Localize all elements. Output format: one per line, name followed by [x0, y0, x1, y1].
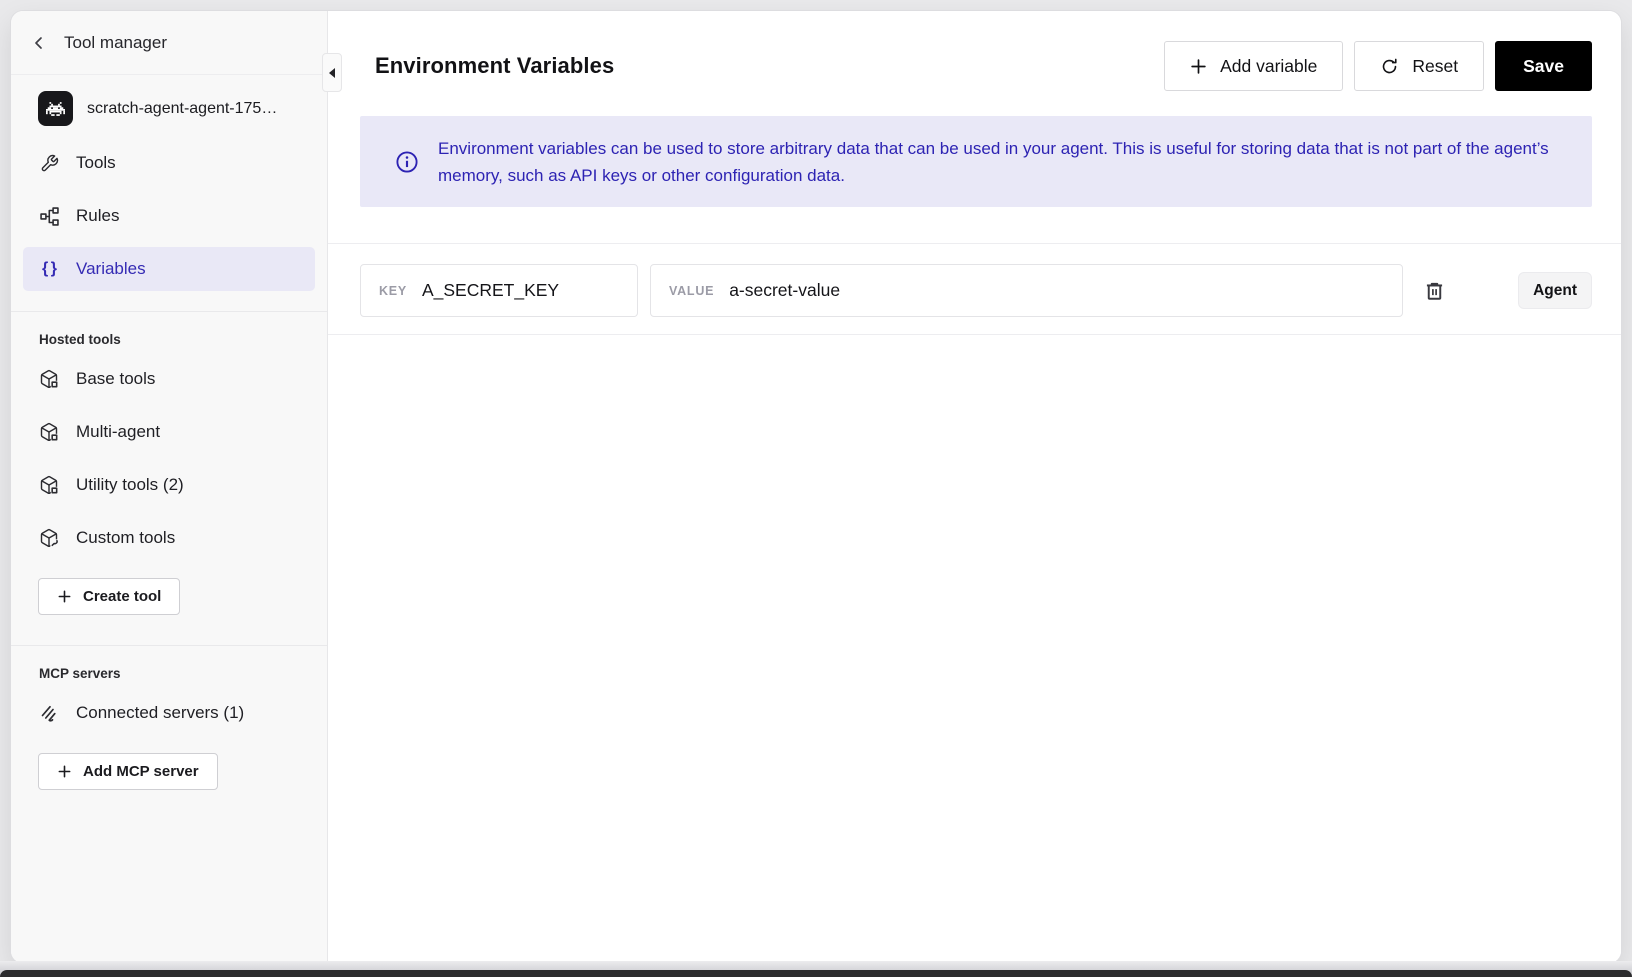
info-icon [395, 150, 419, 174]
info-banner: Environment variables can be used to sto… [360, 116, 1592, 207]
page-title: Environment Variables [375, 53, 614, 79]
package-icon [39, 475, 59, 495]
value-input[interactable] [729, 280, 1384, 301]
refresh-icon [1380, 57, 1399, 76]
save-button-label: Save [1523, 56, 1564, 77]
add-variable-button-label: Add variable [1220, 56, 1317, 77]
chevron-left-icon [31, 35, 47, 51]
trash-icon [1423, 279, 1446, 302]
section-label-mcp-servers: MCP servers [23, 646, 315, 691]
toolbar: Add variable Reset Save [1164, 41, 1592, 91]
sidebar-nav: scratch-agent-agent-175… Tools Rules { }… [11, 75, 327, 302]
sidebar-item-agent[interactable]: scratch-agent-agent-175… [23, 88, 315, 129]
braces-icon: { } [39, 259, 59, 279]
back-button[interactable] [27, 31, 51, 55]
key-field[interactable]: KEY [360, 264, 638, 317]
value-field-label: VALUE [669, 284, 714, 298]
sidebar-item-label: Tools [76, 151, 116, 175]
value-field[interactable]: VALUE [650, 264, 1403, 317]
agent-name: scratch-agent-agent-175… [87, 100, 277, 118]
reset-button[interactable]: Reset [1354, 41, 1484, 91]
sidebar-item-label: Multi-agent [76, 420, 160, 444]
sidebar-item-label: Utility tools (2) [76, 473, 184, 497]
sidebar-item-label: Custom tools [76, 526, 175, 550]
sidebar-item-connected-servers[interactable]: Connected servers (1) [23, 691, 315, 735]
sidebar-item-label: Variables [76, 257, 146, 281]
mcp-icon [39, 703, 59, 723]
create-tool-button-label: Create tool [83, 588, 161, 605]
plus-icon [57, 764, 72, 779]
section-label-hosted-tools: Hosted tools [23, 312, 315, 357]
hosted-tools-section: Hosted tools Base tools Multi-agent Util… [11, 311, 327, 636]
sidebar-title: Tool manager [64, 33, 167, 53]
reset-button-label: Reset [1412, 56, 1458, 77]
main-panel: Environment Variables Add variable Reset… [328, 11, 1621, 963]
sidebar-item-variables[interactable]: { } Variables [23, 247, 315, 291]
create-tool-button[interactable]: Create tool [38, 578, 180, 615]
plus-icon [1190, 58, 1207, 75]
add-mcp-server-button-label: Add MCP server [83, 763, 199, 780]
sidebar-item-multi-agent[interactable]: Multi-agent [23, 410, 315, 454]
sidebar-item-base-tools[interactable]: Base tools [23, 357, 315, 401]
package-icon [39, 369, 59, 389]
collapse-left-icon [328, 67, 336, 79]
package-wrench-icon [39, 528, 59, 548]
app-window: Tool manager scratch-agent-age [11, 11, 1621, 963]
add-mcp-server-button[interactable]: Add MCP server [38, 753, 218, 790]
sidebar-item-label: Rules [76, 204, 119, 228]
sidebar-collapse-button[interactable] [322, 53, 342, 92]
key-input[interactable] [422, 280, 619, 301]
variable-scope-badge: Agent [1518, 272, 1592, 309]
sidebar-item-label: Connected servers (1) [76, 701, 244, 725]
background-window-edge [0, 970, 1632, 977]
add-variable-button[interactable]: Add variable [1164, 41, 1343, 91]
variable-row: KEY VALUE Agent [328, 243, 1621, 335]
sidebar-item-utility-tools[interactable]: Utility tools (2) [23, 463, 315, 507]
delete-variable-button[interactable] [1421, 278, 1447, 304]
workflow-icon [39, 206, 59, 226]
sidebar-item-rules[interactable]: Rules [23, 194, 315, 238]
mcp-servers-section: MCP servers Connected servers (1) Add MC… [11, 645, 327, 811]
sidebar-header: Tool manager [11, 11, 327, 75]
save-button[interactable]: Save [1495, 41, 1592, 91]
key-field-label: KEY [379, 284, 407, 298]
package-icon [39, 422, 59, 442]
plus-icon [57, 589, 72, 604]
wrench-icon [39, 153, 59, 173]
sidebar-item-label: Base tools [76, 367, 155, 391]
info-banner-text: Environment variables can be used to sto… [438, 135, 1553, 189]
main-header: Environment Variables Add variable Reset… [360, 41, 1592, 91]
agent-avatar-icon [38, 91, 73, 126]
sidebar-item-custom-tools[interactable]: Custom tools [23, 516, 315, 560]
variables-list: KEY VALUE Agent [328, 243, 1621, 335]
sidebar-item-tools[interactable]: Tools [23, 141, 315, 185]
sidebar: Tool manager scratch-agent-age [11, 11, 328, 963]
